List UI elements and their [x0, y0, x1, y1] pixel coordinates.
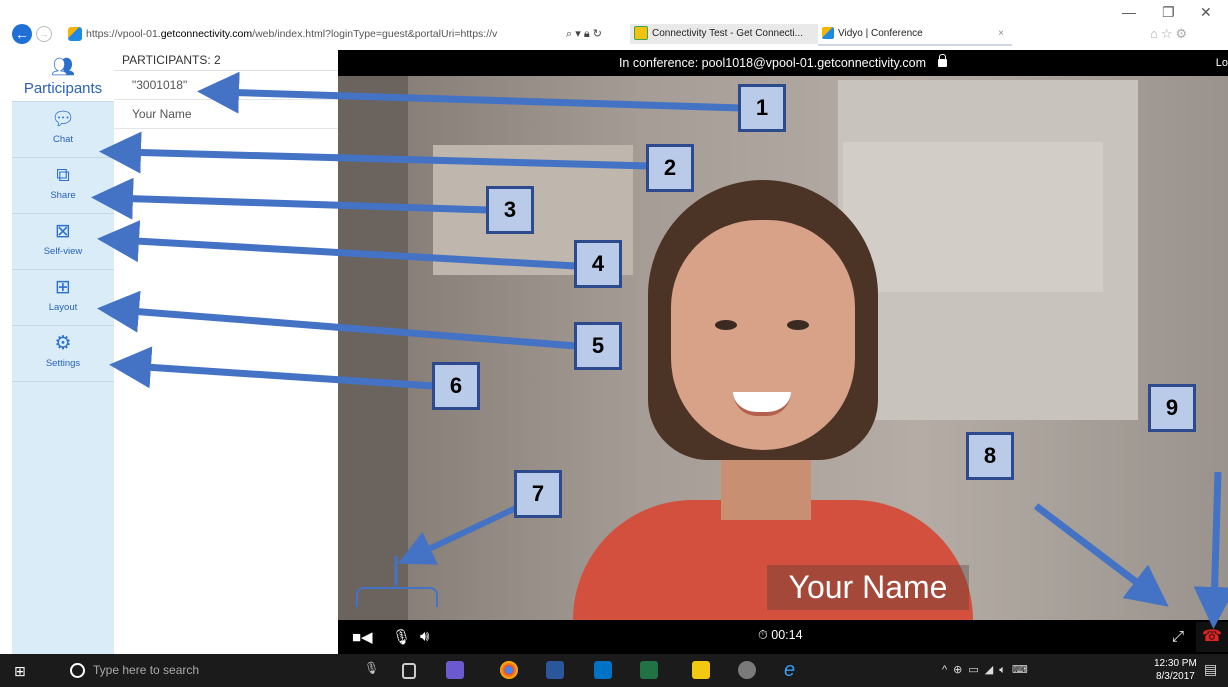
arrow-6	[109, 346, 435, 390]
callout-8: 8	[966, 432, 1014, 480]
callout-5: 5	[574, 322, 622, 370]
controls-bracket	[356, 587, 438, 607]
arrow-2	[99, 131, 651, 174]
callout-1: 1	[738, 84, 786, 132]
arrow-1	[197, 71, 743, 114]
callout-7: 7	[514, 470, 562, 518]
arrow-5	[97, 290, 577, 350]
arrow-4	[97, 220, 577, 270]
arrow-3	[91, 177, 489, 220]
callout-4: 4	[574, 240, 622, 288]
callout-6: 6	[432, 362, 480, 410]
callout-3: 3	[486, 186, 534, 234]
callout-9: 9	[1148, 384, 1196, 432]
arrow-8	[1033, 503, 1169, 607]
arrow-7	[397, 505, 518, 565]
arrow-9	[1193, 471, 1228, 629]
callout-2: 2	[646, 144, 694, 192]
